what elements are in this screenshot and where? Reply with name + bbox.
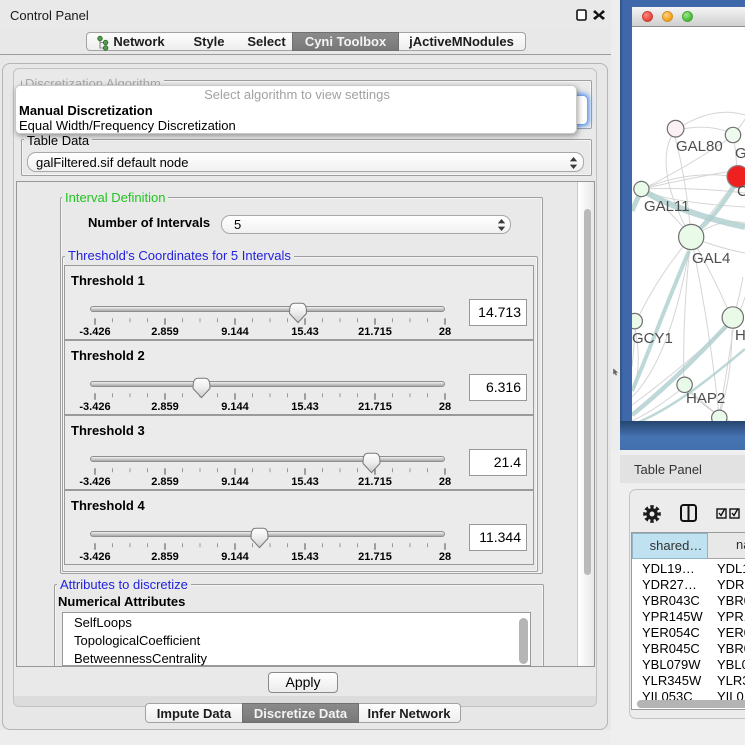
svg-text:GAL80: GAL80 — [676, 138, 723, 155]
svg-text:C: C — [737, 183, 745, 200]
svg-text:GAL4: GAL4 — [692, 250, 730, 267]
svg-text:H: H — [735, 327, 745, 344]
svg-text:HAP2: HAP2 — [686, 390, 725, 407]
svg-text:GCY1: GCY1 — [632, 330, 673, 347]
svg-text:GAL11: GAL11 — [644, 198, 690, 215]
svg-text:G.: G. — [735, 145, 745, 162]
